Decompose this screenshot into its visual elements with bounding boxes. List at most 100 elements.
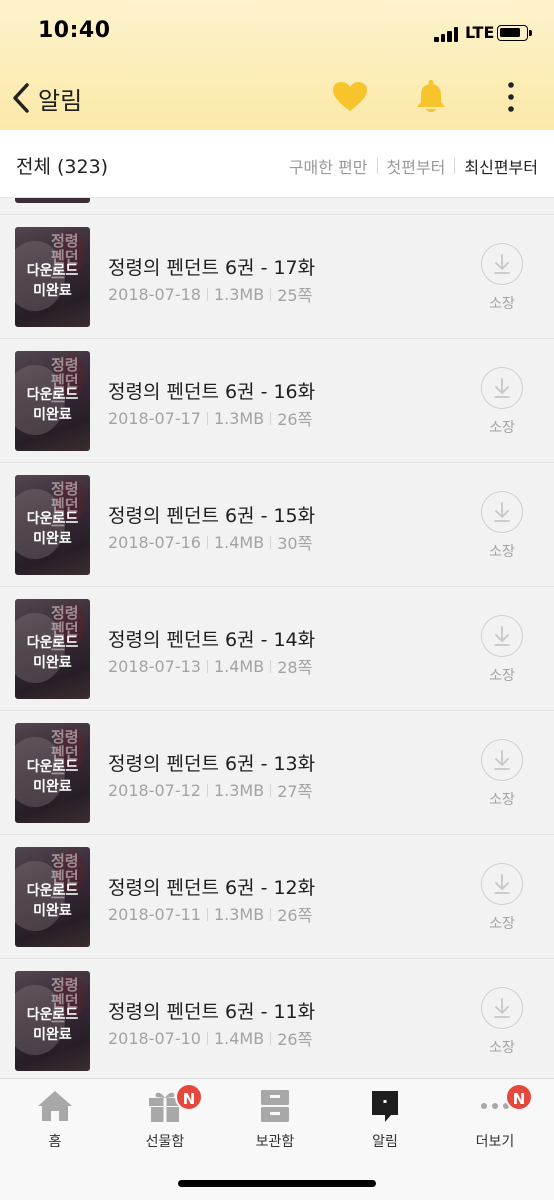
episode-date: 2018-07-13: [108, 656, 201, 676]
episode-row[interactable]: 정령 펜던트 다운로드 미완료 정령의 펜던트 6권 - 13화 2018-07-12 1.…: [0, 711, 554, 835]
heart-icon[interactable]: [332, 81, 368, 113]
episode-title: 정령의 펜던트 6권 - 12화: [108, 877, 316, 899]
tab-label: 보관함: [255, 1134, 295, 1150]
download-status-line1: 다운로드: [26, 511, 79, 527]
divider: [206, 411, 208, 425]
download-status: 다운로드 미완료: [15, 633, 90, 673]
own-label: 소장: [489, 296, 515, 312]
download-status-line1: 다운로드: [26, 263, 79, 279]
download-status-line2: 미완료: [33, 407, 72, 423]
more-vertical-icon[interactable]: [500, 80, 522, 114]
download-icon: [494, 874, 510, 894]
tab-storage[interactable]: 보관함: [220, 1079, 330, 1159]
sort-first-episode[interactable]: 첫편부터: [387, 154, 446, 178]
status-time: 10:40: [38, 18, 111, 43]
tab-notifications[interactable]: 알림: [330, 1079, 440, 1159]
sort-purchased-only[interactable]: 구매한 편만: [289, 154, 368, 178]
network-label: LTE: [465, 23, 495, 42]
episode-row[interactable]: 정령 펜던트 다운로드 미완료 정령의 펜던트 6권 - 17화 2018-07-18 1.…: [0, 215, 554, 339]
episode-size: 1.3MB: [213, 904, 265, 924]
episode-title: 정령의 펜던트 6권 - 16화: [108, 381, 316, 403]
divider: [270, 535, 272, 549]
episode-title: 정령의 펜던트 6권 - 14화: [108, 629, 316, 651]
episode-meta: 2018-07-13 1.4MB 28쪽: [108, 654, 312, 678]
divider: [376, 158, 378, 174]
episode-pages: 26쪽: [277, 410, 313, 429]
divider: [270, 907, 272, 921]
download-status-line2: 미완료: [33, 283, 72, 299]
tab-gift[interactable]: N 선물함: [110, 1079, 220, 1159]
episode-meta: 2018-07-17 1.3MB 26쪽: [108, 406, 312, 430]
book-cover: 정령 펜던트 다운로드 미완료: [15, 723, 90, 823]
tab-label: 알림: [372, 1134, 398, 1150]
episode-title: 정령의 펜던트 6권 - 11화: [108, 1001, 316, 1023]
episode-pages: 26쪽: [277, 1030, 313, 1049]
episode-row[interactable]: 정령 펜던트 다운로드 미완료 정령의 펜던트 6권 - 11화 2018-07-10 1.…: [0, 959, 554, 1078]
episode-list: 정령 펜던트 다운로드 미완료 정령의 펜던트 6권 - 17화 2018-07-18 1.…: [0, 198, 554, 1078]
download-icon: [494, 626, 510, 646]
download-button[interactable]: [481, 739, 523, 781]
download-status-line2: 미완료: [33, 1027, 72, 1043]
episode-pages: 27쪽: [277, 782, 313, 801]
episode-row[interactable]: 정령 펜던트 다운로드 미완료 정령의 펜던트 6권 - 16화 2018-07-17 1.…: [0, 339, 554, 463]
download-icon: [494, 378, 510, 398]
download-button[interactable]: [481, 987, 523, 1029]
download-status-line2: 미완료: [33, 903, 72, 919]
book-cover: 정령 펜던트 다운로드 미완료: [15, 971, 90, 1071]
download-button[interactable]: [481, 615, 523, 657]
divider: [270, 659, 272, 673]
book-cover: 정령 펜던트 다운로드 미완료: [15, 351, 90, 451]
signal-icon: [434, 26, 460, 42]
episode-row[interactable]: 정령 펜던트 다운로드 미완료 정령의 펜던트 6권 - 12화 2018-07-11 1.…: [0, 835, 554, 959]
book-cover: [15, 198, 90, 203]
download-button[interactable]: [481, 863, 523, 905]
episode-date: 2018-07-18: [108, 284, 201, 304]
book-cover: 정령 펜던트 다운로드 미완료: [15, 227, 90, 327]
battery-icon: [497, 25, 532, 41]
episode-pages: 30쪽: [277, 534, 313, 553]
download-status-line2: 미완료: [33, 531, 72, 547]
header: 10:40 LTE 알림: [0, 0, 554, 130]
divider: [206, 1031, 208, 1045]
tab-label: 홈: [48, 1134, 62, 1150]
episode-size: 1.4MB: [213, 656, 265, 676]
episode-title: 정령의 펜던트 6권 - 15화: [108, 505, 316, 527]
episode-size: 1.3MB: [213, 408, 265, 428]
episode-meta: 2018-07-18 1.3MB 25쪽: [108, 282, 312, 306]
download-status-line1: 다운로드: [26, 635, 79, 651]
download-button[interactable]: [481, 367, 523, 409]
tab-home[interactable]: 홈: [0, 1079, 110, 1159]
episode-date: 2018-07-12: [108, 780, 201, 800]
episode-row[interactable]: 정령 펜던트 다운로드 미완료 정령의 펜던트 6권 - 15화 2018-07-16 1.…: [0, 463, 554, 587]
bell-icon[interactable]: [415, 79, 447, 115]
total-count: 전체 (323): [16, 156, 109, 178]
sort-latest-episode[interactable]: 최신편부터: [464, 154, 538, 178]
divider: [270, 411, 272, 425]
divider: [206, 287, 208, 301]
chevron-left-icon: [13, 83, 29, 113]
storage-icon: [261, 1090, 289, 1122]
back-button[interactable]: 알림: [10, 78, 82, 118]
divider: [270, 1031, 272, 1045]
episode-pages: 26쪽: [277, 906, 313, 925]
episode-row[interactable]: 정령 펜던트 다운로드 미완료 정령의 펜던트 6권 - 14화 2018-07-13 1.…: [0, 587, 554, 711]
home-icon: [38, 1091, 72, 1121]
divider: [270, 287, 272, 301]
download-button[interactable]: [481, 491, 523, 533]
divider: [206, 535, 208, 549]
download-button[interactable]: [481, 243, 523, 285]
episode-meta: 2018-07-10 1.4MB 26쪽: [108, 1026, 312, 1050]
own-label: 소장: [489, 544, 515, 560]
episode-date: 2018-07-11: [108, 904, 201, 924]
episode-date: 2018-07-17: [108, 408, 201, 428]
tab-more[interactable]: N 더보기: [440, 1079, 550, 1159]
download-status: 다운로드미완료: [15, 509, 90, 549]
download-status: 다운로드 미완료: [15, 881, 90, 921]
book-cover: 정령 펜던트 다운로드 미완료: [15, 475, 90, 575]
own-label: 소장: [489, 668, 515, 684]
download-status: 다운로드미완료: [15, 1005, 90, 1045]
book-cover: 정령 펜던트 다운로드 미완료: [15, 847, 90, 947]
notification-icon: [372, 1091, 398, 1122]
download-status-line1: 다운로드: [26, 1007, 79, 1023]
book-cover: 정령 펜던트 다운로드 미완료: [15, 599, 90, 699]
